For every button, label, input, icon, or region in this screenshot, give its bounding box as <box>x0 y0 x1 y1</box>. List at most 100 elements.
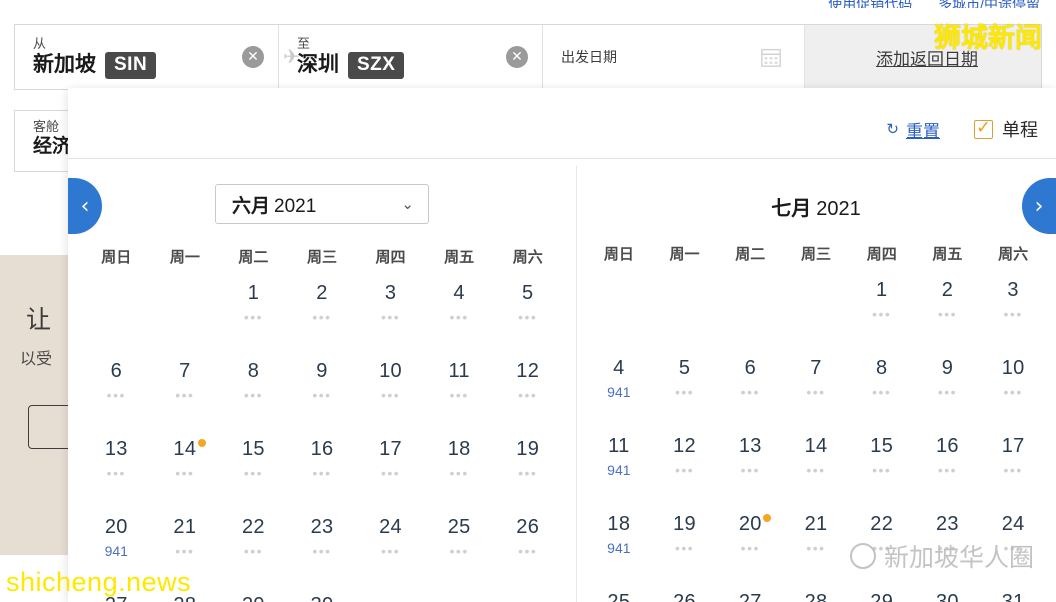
calendar-day-22[interactable]: 22••• <box>219 515 288 579</box>
calendar-day-14[interactable]: 14••• <box>783 434 849 498</box>
calendar-icon <box>760 46 782 68</box>
calendar-day-6[interactable]: 6••• <box>82 359 151 423</box>
calendar-day-30[interactable]: 30••• <box>915 590 981 602</box>
calendar-day-empty <box>586 278 652 342</box>
multi-city-link[interactable]: 多城市/中途停留 <box>938 0 1040 8</box>
calendar-day-7[interactable]: 7••• <box>151 359 220 423</box>
calendar-day-17[interactable]: 17••• <box>980 434 1046 498</box>
calendar-day-15[interactable]: 15••• <box>849 434 915 498</box>
day-loading-ellipsis: ••• <box>783 460 849 480</box>
calendar-day-11[interactable]: 11••• <box>425 359 494 423</box>
calendar-day-12[interactable]: 12••• <box>652 434 718 498</box>
calendar-day-10[interactable]: 10••• <box>980 356 1046 420</box>
day-loading-ellipsis: ••• <box>356 307 425 327</box>
calendar-day-18[interactable]: 18941 <box>586 512 652 576</box>
add-return-date-field[interactable]: 添加返回日期 <box>805 25 1041 89</box>
reset-button[interactable]: ↻ 重置 <box>886 117 940 142</box>
calendar-day-1[interactable]: 1••• <box>849 278 915 342</box>
month-select-label: 六月2021 <box>232 191 316 218</box>
weekday-label: 周日 <box>586 243 652 264</box>
calendar-day-1[interactable]: 1••• <box>219 281 288 345</box>
calendar-day-21[interactable]: 21••• <box>151 515 220 579</box>
origin-field[interactable]: 从 新加坡 SIN ✕ <box>15 25 279 89</box>
calendar-day-8[interactable]: 8••• <box>219 359 288 423</box>
calendar-day-27[interactable]: 27••• <box>717 590 783 602</box>
calendar-day-3[interactable]: 3••• <box>356 281 425 345</box>
day-loading-ellipsis: ••• <box>493 541 562 561</box>
calendar-day-2[interactable]: 2••• <box>915 278 981 342</box>
calendar-day-16[interactable]: 16••• <box>915 434 981 498</box>
day-number: 5 <box>652 356 718 380</box>
day-number: 29 <box>219 593 288 602</box>
calendar-day-20[interactable]: 20••• <box>717 512 783 576</box>
day-loading-ellipsis: ••• <box>219 541 288 561</box>
calendar-day-23[interactable]: 23••• <box>288 515 357 579</box>
calendar-day-11[interactable]: 11941 <box>586 434 652 498</box>
checkmark-icon <box>974 120 993 139</box>
calendar-day-9[interactable]: 9••• <box>288 359 357 423</box>
calendar-day-23[interactable]: 23••• <box>915 512 981 576</box>
calendar-day-5[interactable]: 5••• <box>493 281 562 345</box>
depart-date-field[interactable]: 出发日期 <box>543 25 805 89</box>
destination-clear-icon[interactable]: ✕ <box>506 46 528 68</box>
day-number: 20 <box>82 515 151 539</box>
add-return-date-link[interactable]: 添加返回日期 <box>876 45 978 70</box>
calendar-day-26[interactable]: 26••• <box>493 515 562 579</box>
oneway-checkbox[interactable]: 单程 <box>974 116 1038 142</box>
weekday-label: 周日 <box>82 246 151 267</box>
calendar-day-20[interactable]: 20941 <box>82 515 151 579</box>
calendar-day-14[interactable]: 14••• <box>151 437 220 501</box>
calendar-day-25[interactable]: 25941 <box>586 590 652 602</box>
day-loading-ellipsis: ••• <box>717 382 783 402</box>
day-number: 19 <box>652 512 718 536</box>
day-loading-ellipsis: ••• <box>980 382 1046 402</box>
calendar-day-10[interactable]: 10••• <box>356 359 425 423</box>
destination-city: 深圳 <box>297 53 339 77</box>
calendar-day-28[interactable]: 28••• <box>151 593 220 602</box>
day-number: 29 <box>849 590 915 602</box>
calendar-day-4[interactable]: 4••• <box>425 281 494 345</box>
day-number: 6 <box>717 356 783 380</box>
calendar-day-13[interactable]: 13••• <box>717 434 783 498</box>
calendar-day-4[interactable]: 4941 <box>586 356 652 420</box>
calendar-day-29[interactable]: 29••• <box>219 593 288 602</box>
calendar-day-19[interactable]: 19••• <box>493 437 562 501</box>
calendar-day-16[interactable]: 16••• <box>288 437 357 501</box>
promo-code-link[interactable]: 使用促销代码 <box>828 0 912 8</box>
calendar-day-5[interactable]: 5••• <box>652 356 718 420</box>
calendar-day-31[interactable]: 31••• <box>980 590 1046 602</box>
destination-field[interactable]: 至 深圳 SZX ✕ <box>279 25 543 89</box>
calendar-day-24[interactable]: 24••• <box>356 515 425 579</box>
day-loading-ellipsis: ••• <box>151 385 220 405</box>
calendar-day-8[interactable]: 8••• <box>849 356 915 420</box>
calendar-day-17[interactable]: 17••• <box>356 437 425 501</box>
calendar-day-3[interactable]: 3••• <box>980 278 1046 342</box>
calendar-day-30[interactable]: 30••• <box>288 593 357 602</box>
calendar-day-9[interactable]: 9••• <box>915 356 981 420</box>
day-price: 941 <box>586 460 652 480</box>
calendar-day-24[interactable]: 24••• <box>980 512 1046 576</box>
calendar-day-29[interactable]: 29••• <box>849 590 915 602</box>
origin-clear-icon[interactable]: ✕ <box>242 46 264 68</box>
calendar-day-25[interactable]: 25••• <box>425 515 494 579</box>
calendar-day-empty <box>425 593 494 602</box>
calendar-day-2[interactable]: 2••• <box>288 281 357 345</box>
day-number: 16 <box>915 434 981 458</box>
day-loading-ellipsis: ••• <box>717 538 783 558</box>
calendar-day-7[interactable]: 7••• <box>783 356 849 420</box>
calendar-day-6[interactable]: 6••• <box>717 356 783 420</box>
month-select-june-2021[interactable]: 六月2021⌄ <box>215 184 429 224</box>
calendar-day-15[interactable]: 15••• <box>219 437 288 501</box>
day-loading-ellipsis: ••• <box>652 460 718 480</box>
calendar-day-21[interactable]: 21••• <box>783 512 849 576</box>
calendar-day-19[interactable]: 19••• <box>652 512 718 576</box>
calendar-day-12[interactable]: 12••• <box>493 359 562 423</box>
promo-dot-icon <box>198 439 206 447</box>
calendar-day-13[interactable]: 13••• <box>82 437 151 501</box>
origin-city: 新加坡 <box>33 53 96 77</box>
calendar-day-28[interactable]: 28••• <box>783 590 849 602</box>
calendar-day-26[interactable]: 26••• <box>652 590 718 602</box>
calendar-day-27[interactable]: 27941 <box>82 593 151 602</box>
calendar-day-18[interactable]: 18••• <box>425 437 494 501</box>
calendar-day-22[interactable]: 22••• <box>849 512 915 576</box>
